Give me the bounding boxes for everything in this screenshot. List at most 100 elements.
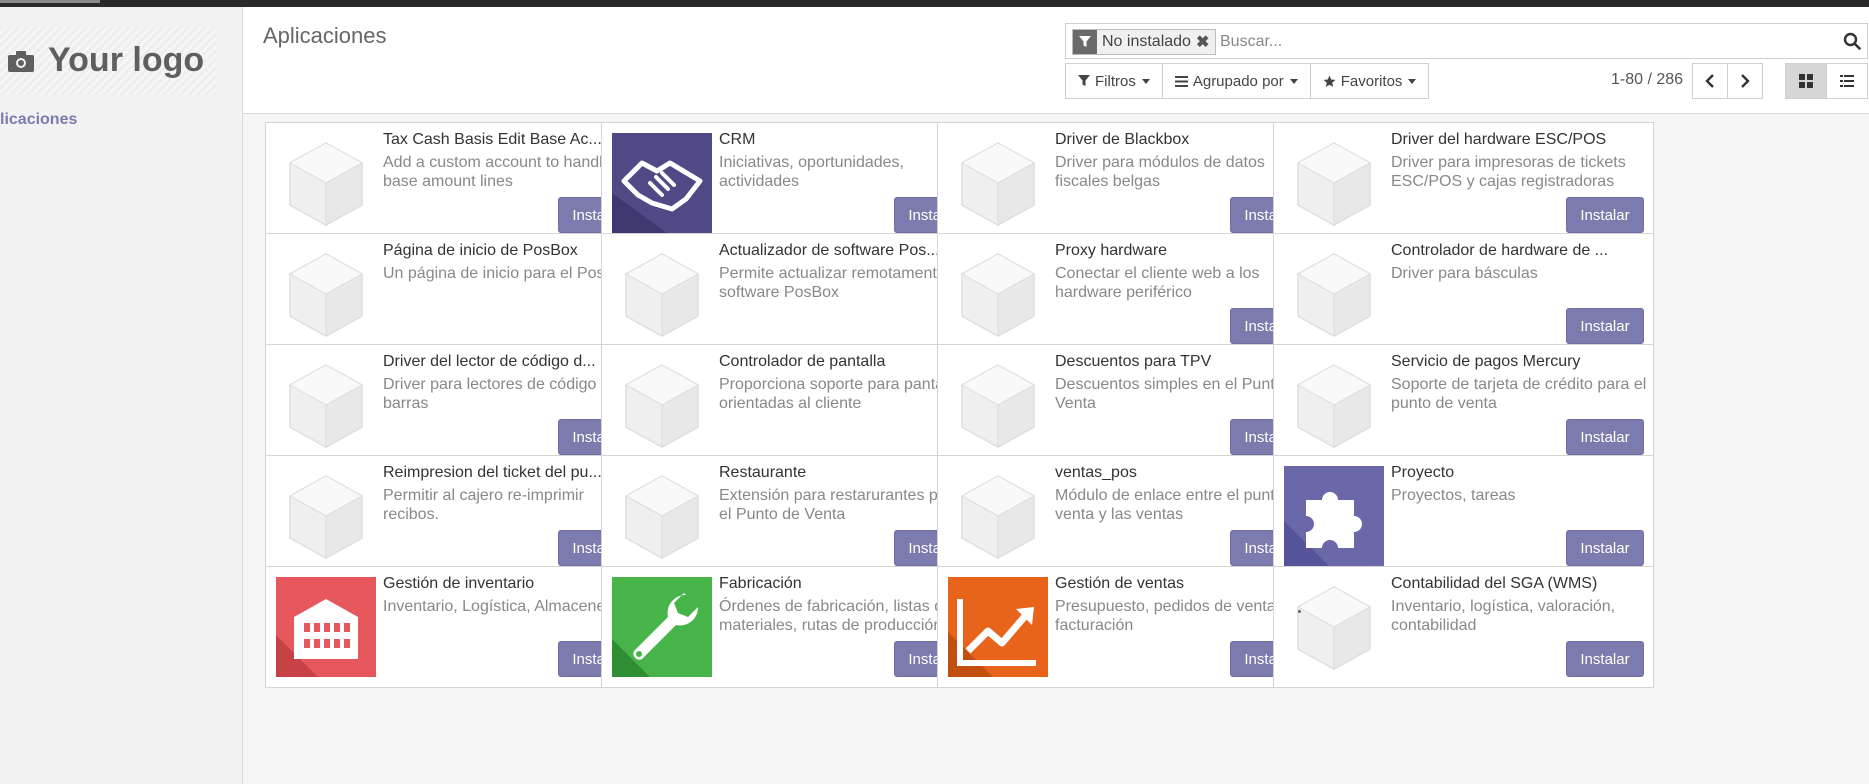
install-button[interactable]: Instalar xyxy=(1566,308,1644,344)
facet-label: No instalado xyxy=(1102,33,1191,50)
app-name: Driver del hardware ESC/POS xyxy=(1391,131,1607,148)
app-card[interactable]: Controlador de hardware de ... Driver par… xyxy=(1273,233,1654,355)
app-card[interactable]: Proxy hardware Conectar el cliente web a … xyxy=(937,233,1318,355)
app-summary: Driver para impresoras de tickets ESC/PO… xyxy=(1391,154,1626,190)
app-card[interactable]: Restaurante Extensión para restarurantes … xyxy=(601,455,982,577)
default-module-icon xyxy=(948,466,1048,566)
app-summary: Inventario, logística, valoración, conta… xyxy=(1391,598,1616,634)
groupby-dropdown[interactable]: Agrupado por xyxy=(1161,63,1311,99)
grid-icon xyxy=(1799,74,1813,88)
chevron-down-icon xyxy=(1141,78,1150,84)
app-name: Restaurante xyxy=(719,464,807,481)
star-icon xyxy=(1323,75,1336,88)
default-module-icon xyxy=(1284,577,1384,677)
pager-value[interactable]: 1-80 / 286 xyxy=(1611,71,1683,89)
app-name: Tax Cash Basis Edit Base Ac... xyxy=(383,131,602,148)
app-card[interactable]: CRM Iniciativas, oportunidades, actividad… xyxy=(601,122,982,244)
app-card[interactable]: Gestión de ventas Presupuesto, pedidos de… xyxy=(937,566,1318,688)
app-name: CRM xyxy=(719,131,756,148)
default-module-icon xyxy=(948,133,1048,233)
filter-icon xyxy=(1073,30,1097,54)
app-card[interactable]: Reimpresion del ticket del pu... Permitir… xyxy=(265,455,646,577)
page-title: Aplicaciones xyxy=(263,23,387,48)
default-module-icon xyxy=(612,355,712,455)
app-card[interactable]: Servicio de pagos Mercury Soporte de tarj… xyxy=(1273,344,1654,466)
app-card[interactable]: Driver del hardware ESC/POS Driver para i… xyxy=(1273,122,1654,244)
app-summary: Soporte de tarjeta de crédito para el pu… xyxy=(1391,376,1647,412)
company-logo[interactable]: Your logo xyxy=(0,27,216,95)
default-module-icon xyxy=(612,244,712,344)
chevron-down-icon xyxy=(1289,78,1298,84)
app-card[interactable]: Proyecto Proyectos, tareas Instalar xyxy=(1273,455,1654,577)
app-name: Controlador de pantalla xyxy=(719,353,886,370)
puzzle-icon xyxy=(1284,466,1384,566)
default-module-icon xyxy=(1284,133,1384,233)
app-card[interactable]: Página de inicio de PosBox Un página de i… xyxy=(265,233,646,355)
kanban-view-button[interactable] xyxy=(1785,63,1827,99)
app-summary: Driver para básculas xyxy=(1391,265,1538,282)
app-card[interactable]: Gestión de inventario Inventario, Logísti… xyxy=(265,566,646,688)
app-card[interactable]: ventas_pos Módulo de enlace entre el punt… xyxy=(937,455,1318,577)
remove-facet-icon[interactable]: ✖ xyxy=(1196,32,1215,52)
chevron-right-icon xyxy=(1741,74,1750,88)
app-name: Gestión de ventas xyxy=(1055,575,1184,592)
app-name: Página de inicio de PosBox xyxy=(383,242,578,259)
install-button[interactable]: Instalar xyxy=(1566,197,1644,233)
search-options: Filtros Agrupado por Favoritos xyxy=(1065,63,1430,99)
app-name: Contabilidad del SGA (WMS) xyxy=(1391,575,1598,592)
sidebar: Your logo licaciones xyxy=(0,7,243,784)
app-card[interactable]: Controlador de pantalla Proporciona sopor… xyxy=(601,344,982,466)
chart-up-icon xyxy=(948,577,1048,677)
app-card[interactable]: Driver del lector de código d... Driver p… xyxy=(265,344,646,466)
list-view-button[interactable] xyxy=(1826,63,1868,99)
app-name: Driver de Blackbox xyxy=(1055,131,1190,148)
default-module-icon xyxy=(948,355,1048,455)
stray-dot xyxy=(1298,610,1301,613)
app-name: Controlador de hardware de ... xyxy=(1391,242,1609,259)
top-navbar xyxy=(0,0,1869,7)
default-module-icon xyxy=(612,466,712,566)
search-icon[interactable] xyxy=(1843,32,1861,50)
pager-next-button[interactable] xyxy=(1727,63,1763,99)
app-card[interactable]: Actualizador de software Pos... Permite a… xyxy=(601,233,982,355)
default-module-icon xyxy=(276,466,376,566)
default-module-icon xyxy=(276,244,376,344)
filter-icon xyxy=(1078,75,1090,87)
chevron-left-icon xyxy=(1705,74,1714,88)
app-card[interactable]: Fabricación Órdenes de fabricación, lista… xyxy=(601,566,982,688)
favorites-label: Favoritos xyxy=(1340,72,1403,90)
filters-label: Filtros xyxy=(1095,72,1136,90)
install-button[interactable]: Instalar xyxy=(1566,641,1644,677)
app-name: Proxy hardware xyxy=(1055,242,1168,259)
default-module-icon xyxy=(1284,244,1384,344)
app-name: Actualizador de software Pos... xyxy=(719,242,940,259)
search-bar: No instalado ✖ xyxy=(1065,23,1868,59)
list-icon xyxy=(1840,75,1854,87)
favorites-dropdown[interactable]: Favoritos xyxy=(1309,63,1430,99)
install-button[interactable]: Instalar xyxy=(1566,419,1644,455)
app-summary: Proyectos, tareas xyxy=(1391,487,1516,504)
warehouse-icon xyxy=(276,577,376,677)
app-card[interactable]: Tax Cash Basis Edit Base Ac... Add a cust… xyxy=(265,122,646,244)
app-name: Descuentos para TPV xyxy=(1055,353,1212,370)
search-input[interactable] xyxy=(1218,30,1822,54)
bars-icon xyxy=(1174,75,1188,87)
install-button[interactable]: Instalar xyxy=(1566,530,1644,566)
navbar-highlight xyxy=(0,0,100,3)
default-module-icon xyxy=(276,355,376,455)
app-name: Gestión de inventario xyxy=(383,575,535,592)
app-name: Fabricación xyxy=(719,575,802,592)
app-card[interactable]: Driver de Blackbox Driver para módulos de… xyxy=(937,122,1318,244)
groupby-label: Agrupado por xyxy=(1192,72,1284,90)
sidebar-item-apps[interactable]: licaciones xyxy=(0,111,77,129)
handshake-icon xyxy=(612,133,712,233)
default-module-icon xyxy=(1284,355,1384,455)
app-name: Proyecto xyxy=(1391,464,1455,481)
chevron-down-icon xyxy=(1408,78,1417,84)
filters-dropdown[interactable]: Filtros xyxy=(1065,63,1163,99)
control-panel: Aplicaciones No instalado ✖ Filtros Agru… xyxy=(243,7,1869,114)
default-module-icon xyxy=(276,133,376,233)
pager-previous-button[interactable] xyxy=(1692,63,1728,99)
app-card[interactable]: Descuentos para TPV Descuentos simples en… xyxy=(937,344,1318,466)
app-card[interactable]: Contabilidad del SGA (WMS) Inventario, lo… xyxy=(1273,566,1654,688)
